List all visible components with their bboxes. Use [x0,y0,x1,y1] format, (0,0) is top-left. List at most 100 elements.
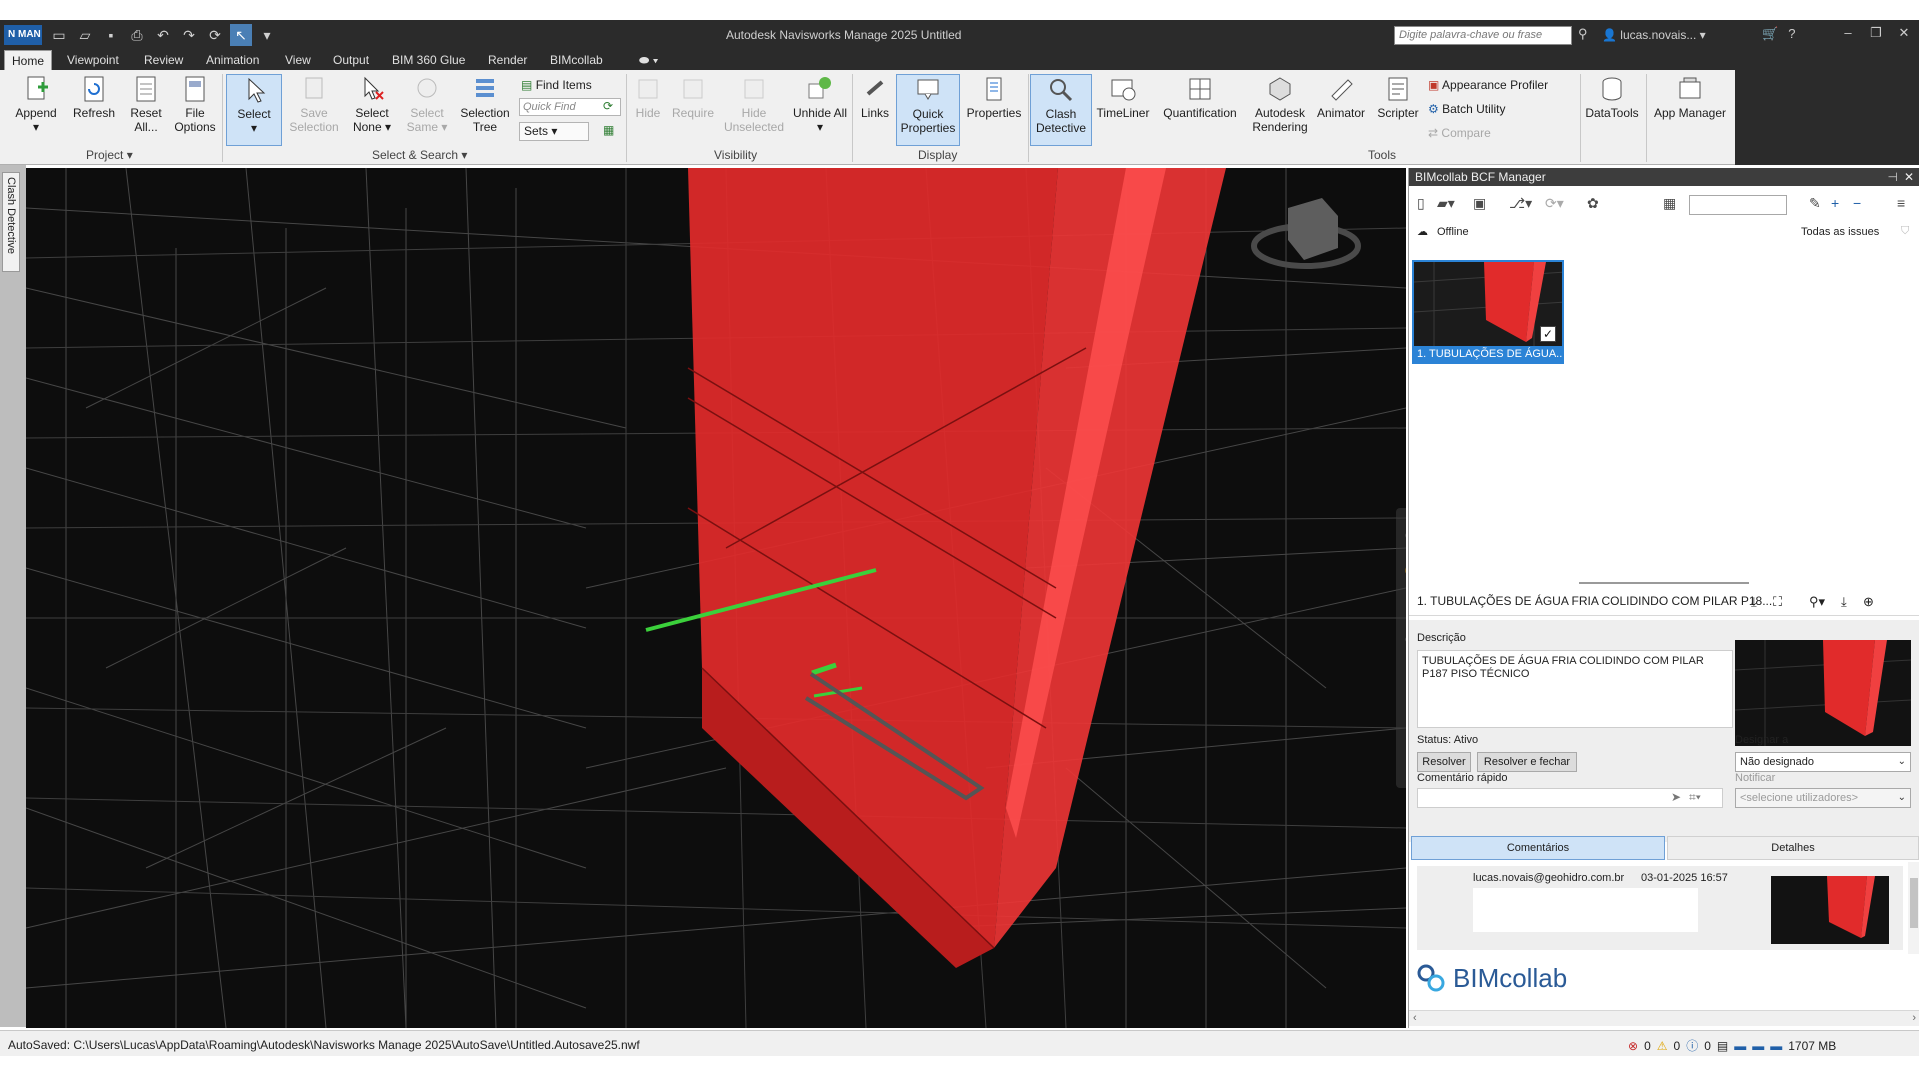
append-button[interactable]: Append ▾ [10,74,62,146]
file-options-button[interactable]: File Options [172,74,218,146]
pan-icon[interactable]: ✋ [1396,561,1406,578]
comments-scrollbar[interactable] [1908,862,1919,954]
pin-icon[interactable]: ⊣ [1888,168,1898,186]
refresh-icon[interactable]: ⟳ [204,24,226,46]
select-search-panel-label[interactable]: Select & Search ▾ [372,148,467,162]
new-issue-icon[interactable]: ▯ [1417,195,1425,212]
refresh-button[interactable]: Refresh [68,74,120,146]
properties-button[interactable]: Properties [962,74,1026,146]
issue-snapshot[interactable] [1735,640,1911,746]
tab-viewpoint[interactable]: Viewpoint [60,50,126,70]
timeliner-button[interactable]: TimeLiner [1094,74,1152,146]
error-icon[interactable]: ⊗ [1628,1039,1638,1053]
search-zoom-icon[interactable]: ⚲▾ [1809,594,1825,610]
camera-icon[interactable]: ⌗▾ [1689,790,1701,805]
description-field[interactable]: TUBULAÇÕES DE ÁGUA FRIA COLIDINDO COM PI… [1417,650,1733,728]
autodesk-rendering-button[interactable]: Autodesk Rendering [1244,74,1316,146]
filter-icon[interactable]: ⛉ [1901,225,1909,238]
quantification-button[interactable]: Quantification [1156,74,1244,146]
tab-render[interactable]: Render [481,50,534,70]
download-icon[interactable]: ⤓ [1751,594,1757,610]
minimize-icon[interactable]: – [1839,25,1857,41]
help-icon[interactable]: ? [1788,26,1795,42]
send-icon[interactable]: ➤ [1671,790,1681,804]
app-logo[interactable]: N MAN [4,25,42,45]
tab-home[interactable]: Home [4,50,53,70]
new-icon[interactable]: ▭ [48,24,70,46]
tab-view[interactable]: View [278,50,318,70]
grid-view-icon[interactable]: ▦ [1663,195,1676,212]
undo-icon[interactable]: ↶ [152,24,174,46]
tab-output[interactable]: Output [326,50,376,70]
info-icon[interactable]: ⓘ [1686,1037,1698,1054]
notify-dropdown[interactable]: <selecione utilizadores> ⌄ [1735,788,1911,808]
warning-icon[interactable]: ⚠ [1657,1039,1668,1053]
select-none-button[interactable]: Select None ▾ [346,74,398,146]
save-bcf-icon[interactable]: ▣ [1473,195,1486,212]
select-button[interactable]: Select ▾ [226,74,282,146]
batch-utility-button[interactable]: ⚙ Batch Utility [1428,102,1505,116]
add-issue-icon[interactable]: + [1831,195,1839,211]
clash-detective-side-tab[interactable]: Clash Detective [2,172,20,272]
reset-all-button[interactable]: Reset All... [124,74,168,146]
comment-item[interactable]: lucas.novais@geohidro.com.br 03-01-2025 … [1417,866,1903,950]
panel-horizontal-scrollbar[interactable]: ‹ › [1409,1010,1919,1026]
datatools-button[interactable]: DataTools [1582,74,1642,146]
export-icon[interactable]: ⤓ [1841,594,1847,610]
issue-filter[interactable]: Todas as issues [1801,226,1879,238]
ribbon-options-dropdown[interactable]: ⬬ ▾ [632,50,665,70]
assign-dropdown[interactable]: Não designado ⌄ [1735,752,1911,772]
cart-icon[interactable]: 🛒 [1762,26,1778,42]
manage-sets-icon[interactable]: ▦ [603,123,614,137]
selection-tree-button[interactable]: Selection Tree [456,74,514,146]
scroll-right-icon[interactable]: › [1912,1012,1916,1024]
app-manager-button[interactable]: App Manager [1648,74,1732,146]
select-same-button[interactable]: Select Same ▾ [402,74,452,146]
save-selection-button[interactable]: Save Selection [286,74,342,146]
3d-viewport[interactable]: ◎ ✋ ● ◉ ⚲ ↖ [26,168,1406,1028]
restore-icon[interactable]: ❐ [1867,25,1885,41]
sets-dropdown[interactable]: Sets ▾ [519,122,589,141]
compare-button[interactable]: ⇄ Compare [1428,126,1491,140]
tab-animation[interactable]: Animation [199,50,266,70]
open-folder-icon[interactable]: ▰▾ [1437,195,1455,212]
find-items-button[interactable]: ▤ Find Items [521,78,592,92]
look-icon[interactable]: ⚲ [1396,665,1407,682]
quick-find-go-icon[interactable]: ⟳ [603,99,613,113]
print-icon[interactable]: ⎙ [126,24,148,46]
redo-icon[interactable]: ↷ [178,24,200,46]
tab-comments[interactable]: Comentários [1411,836,1665,860]
select-mode-icon[interactable]: ↖ [1396,700,1406,717]
orbit-icon[interactable]: ◉ [1396,630,1406,647]
binoculars-icon[interactable]: ⚲ [1578,26,1588,42]
require-button[interactable]: Require [668,74,718,146]
project-panel-label[interactable]: Project ▾ [86,148,133,162]
settings-icon[interactable]: ✿ [1587,195,1599,212]
panel-splitter[interactable] [1579,582,1749,584]
tab-bim360glue[interactable]: BIM 360 Glue [385,50,472,70]
comment-snapshot[interactable] [1771,876,1889,944]
tab-review[interactable]: Review [137,50,190,70]
resolve-close-button[interactable]: Resolver e fechar [1477,752,1577,772]
hide-button[interactable]: Hide [628,74,668,146]
fit-view-icon[interactable]: ⛶ [1773,594,1782,610]
appearance-profiler-button[interactable]: ▣ Appearance Profiler [1428,78,1548,92]
issue-search-input[interactable] [1689,195,1787,215]
issue-thumbnail[interactable]: ✓ 1. TUBULAÇÕES DE ÁGUA... [1412,260,1564,364]
menu-icon[interactable]: ≡ [1897,195,1905,211]
scroll-left-icon[interactable]: ‹ [1413,1012,1417,1024]
scripter-button[interactable]: Scripter [1372,74,1424,146]
unhide-all-button[interactable]: Unhide All ▾ [792,74,848,146]
animator-button[interactable]: Animator [1312,74,1370,146]
help-search-input[interactable]: Digite palavra-chave ou frase [1394,26,1572,45]
close-icon[interactable]: ✕ [1895,25,1913,41]
user-account[interactable]: 👤 lucas.novais... ▾ [1602,28,1706,42]
quick-properties-button[interactable]: Quick Properties [896,74,960,146]
hide-unselected-button[interactable]: Hide Unselected [722,74,786,146]
issue-checkbox[interactable]: ✓ [1540,326,1556,342]
scrollbar-thumb[interactable] [1910,878,1918,928]
zoom-in-icon[interactable]: ⊕ [1863,594,1874,610]
open-icon[interactable]: ▱ [74,24,96,46]
tab-details[interactable]: Detalhes [1667,836,1919,860]
sync-icon[interactable]: ⟳▾ [1545,195,1564,212]
